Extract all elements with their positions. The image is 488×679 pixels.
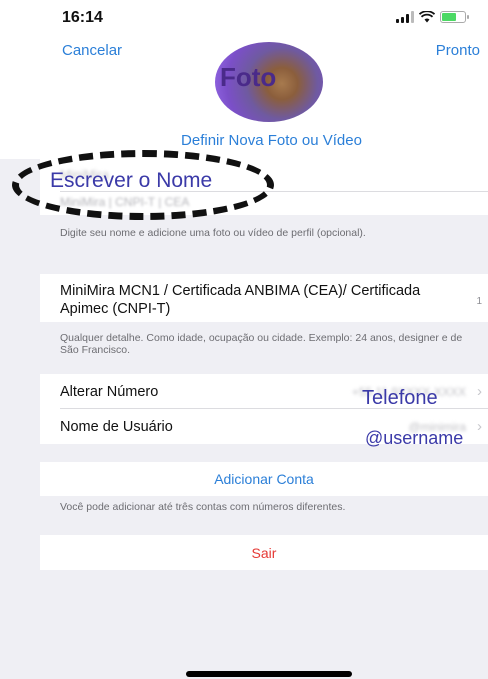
phone-annotation: Telefone [362, 387, 438, 409]
username-label: Nome de Usuário [60, 419, 173, 435]
add-account-button[interactable]: Adicionar Conta [40, 471, 488, 487]
cancel-button[interactable]: Cancelar [62, 42, 122, 59]
status-time: 16:14 [62, 9, 103, 26]
status-bar: 16:14 [0, 0, 488, 36]
chevron-right-icon: › [477, 383, 482, 400]
bio-field[interactable]: MiniMira MCN1 / Certificada ANBIMA (CEA)… [60, 282, 460, 318]
photo-annotation: Foto [220, 62, 277, 92]
bio-hint: Qualquer detalhe. Como idade, ocupação o… [60, 332, 463, 356]
logout-section: Sair [40, 535, 488, 570]
name-annotation: Escrever o Nome [50, 169, 213, 192]
name-hint: Digite seu nome e adicione uma foto ou v… [60, 227, 366, 239]
add-account-hint: Você pode adicionar até três contas com … [60, 501, 346, 513]
chevron-right-icon: › [477, 418, 482, 435]
signal-icon [396, 11, 414, 23]
bio-section: MiniMira MCN1 / Certificada ANBIMA (CEA)… [40, 274, 488, 322]
done-button[interactable]: Pronto [436, 42, 480, 59]
username-annotation: @username [365, 428, 464, 448]
battery-icon [440, 11, 469, 23]
add-account-section: Adicionar Conta [40, 462, 488, 496]
change-number-label: Alterar Número [60, 384, 159, 400]
logout-button[interactable]: Sair [40, 545, 488, 561]
wifi-icon [419, 11, 435, 23]
set-new-photo-link[interactable]: Definir Nova Foto ou Vídeo [0, 132, 488, 149]
bio-char-count: 1 [476, 296, 482, 307]
status-icons [396, 11, 469, 23]
home-indicator [186, 671, 352, 677]
profile-header: Cancelar Pronto Foto Definir Nova Foto o… [0, 36, 488, 159]
